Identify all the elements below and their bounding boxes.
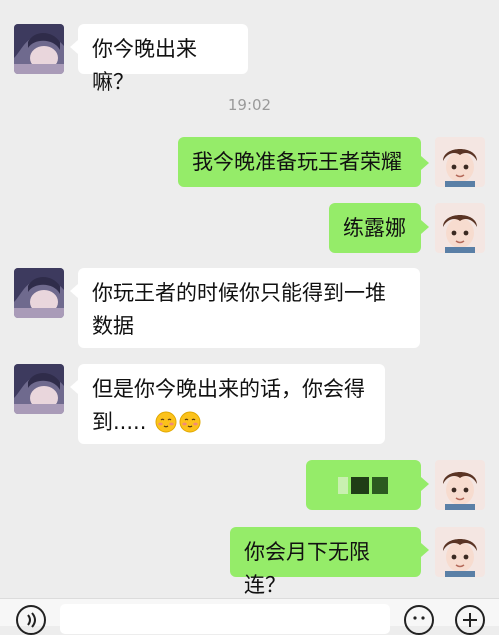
blushing-face-emoji <box>179 411 201 433</box>
avatar-boy[interactable] <box>435 527 485 577</box>
message-text: 你玩王者的时候你只能得到一堆数据 <box>92 281 386 338</box>
voice-icon[interactable] <box>16 605 46 635</box>
message-bubble-incoming[interactable]: 但是你今晚出来的话，你会得到..... <box>78 364 385 444</box>
avatar-boy[interactable] <box>435 460 485 510</box>
message-text: 练露娜 <box>343 216 406 240</box>
bubble-tail <box>421 477 429 491</box>
plus-icon[interactable] <box>455 605 485 635</box>
message-text: 你会月下无限连？ <box>244 540 370 597</box>
avatar-girl[interactable] <box>14 24 64 74</box>
message-bubble-outgoing-censored[interactable] <box>306 460 421 510</box>
emoji-icon[interactable] <box>404 605 434 635</box>
message-bubble-incoming[interactable]: 你玩王者的时候你只能得到一堆数据 <box>78 268 420 348</box>
message-bubble-outgoing[interactable]: 我今晚准备玩王者荣耀 <box>178 137 421 187</box>
timestamp: 19:02 <box>227 96 272 114</box>
censor-block <box>338 477 388 494</box>
bubble-tail <box>421 220 429 234</box>
bubble-tail <box>70 40 78 54</box>
message-text: 但是你今晚出来的话，你会得到..... <box>92 377 365 434</box>
bubble-tail <box>421 156 429 170</box>
avatar-girl[interactable] <box>14 268 64 318</box>
bubble-tail <box>421 543 429 557</box>
message-text: 我今晚准备玩王者荣耀 <box>192 150 402 174</box>
avatar-boy[interactable] <box>435 137 485 187</box>
avatar-girl[interactable] <box>14 364 64 414</box>
bubble-tail <box>70 284 78 298</box>
blushing-face-emoji <box>155 411 177 433</box>
message-input[interactable] <box>60 604 390 634</box>
bubble-tail <box>70 380 78 394</box>
message-bubble-outgoing[interactable]: 练露娜 <box>329 203 421 253</box>
message-bubble-incoming[interactable]: 你今晚出来嘛？ <box>78 24 248 94</box>
avatar-boy[interactable] <box>435 203 485 253</box>
message-bubble-outgoing[interactable]: 你会月下无限连？ <box>230 527 421 597</box>
message-text: 你今晚出来嘛？ <box>92 37 197 94</box>
